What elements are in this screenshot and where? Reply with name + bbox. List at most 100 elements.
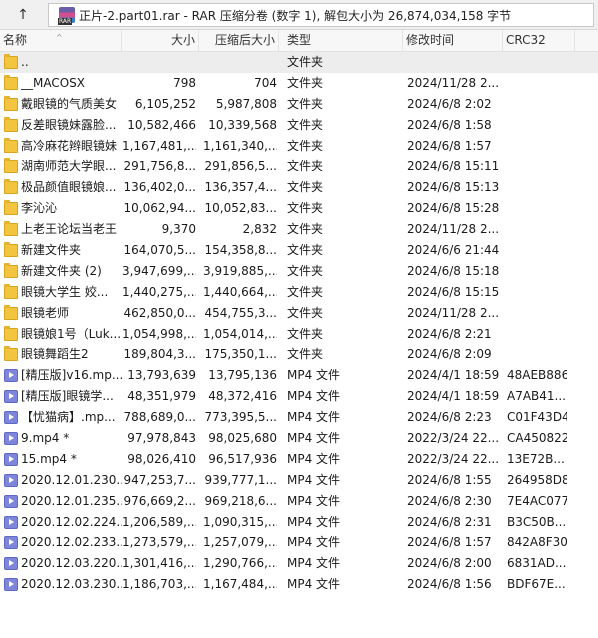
name-cell: 湖南师范大学眼... xyxy=(4,156,122,177)
folder-icon xyxy=(4,325,18,341)
folder-row[interactable]: 极品颜值眼镜娘... 136,402,0... 136,357,4... 文件夹 202… xyxy=(0,177,598,198)
video-file-icon xyxy=(4,536,18,550)
folder-row[interactable]: 上老王论坛当老王 9,370 2,832 文件夹 2024/11/28 2... xyxy=(0,219,598,240)
folder-row[interactable]: .. 文件夹 xyxy=(0,52,598,73)
folder-icon xyxy=(4,95,18,111)
name-cell: 李沁沁 xyxy=(4,198,122,219)
name-cell: 上老王论坛当老王 xyxy=(4,219,122,240)
packed-size-cell: 454,755,3... xyxy=(204,305,277,320)
name-cell: 2020.12.03.220... xyxy=(4,553,122,574)
video-file-icon xyxy=(4,578,18,592)
up-folder-button[interactable]: ↑ xyxy=(8,4,38,26)
folder-row[interactable]: 眼镜老师 462,850,0... 454,755,3... 文件夹 2024/11/2… xyxy=(0,303,598,324)
type-cell: 文件夹 xyxy=(287,75,324,90)
name-cell: 2020.12.03.230... xyxy=(4,574,122,595)
file-name: 眼镜娘1号（Luk... xyxy=(21,326,122,341)
size-cell: 1,440,275,... xyxy=(122,284,196,299)
type-cell: 文件夹 xyxy=(287,201,324,216)
file-row[interactable]: 2020.12.03.230... 1,186,703,... 1,167,484,… xyxy=(0,574,598,595)
video-file-icon xyxy=(4,557,18,571)
folder-row[interactable]: 新建文件夹 164,070,5... 154,358,8... 文件夹 2024/6/6… xyxy=(0,240,598,261)
name-cell: 2020.12.01.235... xyxy=(4,491,122,512)
size-cell: 97,978,843 xyxy=(127,431,196,446)
folder-icon xyxy=(4,283,18,299)
file-name: 2020.12.02.224... xyxy=(21,514,122,529)
size-cell: 3,947,699,... xyxy=(122,263,196,278)
column-header-crc32[interactable]: CRC32 xyxy=(503,30,575,51)
file-row[interactable]: 15.mp4 * 98,026,410 96,517,936 MP4 文件 2022/3… xyxy=(0,449,598,470)
crc32-cell xyxy=(507,52,567,73)
name-cell: 极品颜值眼镜娘... xyxy=(4,177,122,198)
file-row[interactable]: 2020.12.03.220... 1,301,416,... 1,290,766,… xyxy=(0,553,598,574)
folder-row[interactable]: 反差眼镜妹露脸... 10,582,466 10,339,568 文件夹 2024/6/… xyxy=(0,115,598,136)
packed-size-cell: 5,987,808 xyxy=(215,96,277,111)
file-row[interactable]: 2020.12.01.230... 947,253,7... 939,777,1..… xyxy=(0,470,598,491)
column-header-size[interactable]: 大小 xyxy=(122,30,199,51)
file-name: 戴眼镜的气质美女 xyxy=(21,96,118,111)
column-header-packed-size[interactable]: 压缩后大小 xyxy=(199,30,279,51)
crc32-cell: C01F43D4 xyxy=(507,410,567,425)
size-cell: 6,105,252 xyxy=(134,96,196,111)
modified-cell: 2024/6/8 15:13 xyxy=(407,180,500,195)
packed-size-cell: 1,054,014,... xyxy=(203,326,277,341)
modified-cell: 2024/6/8 15:11 xyxy=(407,159,500,174)
crc32-cell: 842A8F30 xyxy=(507,535,567,550)
modified-cell: 2024/6/8 15:18 xyxy=(407,263,500,278)
name-cell: 高冷麻花辫眼镜妹 xyxy=(4,136,122,157)
size-cell: 1,054,998,... xyxy=(122,326,196,341)
type-cell: 文件夹 xyxy=(287,222,324,237)
file-row[interactable]: 9.mp4 * 97,978,843 98,025,680 MP4 文件 2022/3/… xyxy=(0,428,598,449)
type-cell: MP4 文件 xyxy=(287,451,341,466)
file-row[interactable]: [精压版]v16.mp... 13,793,639 13,795,136 MP4 文件… xyxy=(0,365,598,386)
file-row[interactable]: [精压版]眼镜学... 48,351,979 48,372,416 MP4 文件 202… xyxy=(0,386,598,407)
column-header-name[interactable]: 名称 ^ xyxy=(0,30,122,51)
folder-row[interactable]: 高冷麻花辫眼镜妹 1,167,481,... 1,161,340,... 文件夹 202… xyxy=(0,136,598,157)
size-cell: 462,850,0... xyxy=(123,305,196,320)
file-name: 2020.12.03.220... xyxy=(21,556,122,571)
file-name: __MACOSX xyxy=(21,75,86,90)
folder-icon xyxy=(4,304,18,320)
name-cell: 【忧猫病】.mp... xyxy=(4,407,122,428)
file-row[interactable]: 2020.12.01.235... 976,669,2... 969,218,6..… xyxy=(0,491,598,512)
folder-icon xyxy=(4,137,18,153)
folder-row[interactable]: __MACOSX 798 704 文件夹 2024/11/28 2... xyxy=(0,73,598,94)
modified-cell: 2024/6/8 15:15 xyxy=(407,284,500,299)
crc32-cell: 6831AD... xyxy=(507,556,567,571)
folder-row[interactable]: 李沁沁 10,062,94... 10,052,83... 文件夹 2024/6/8 1… xyxy=(0,198,598,219)
type-cell: MP4 文件 xyxy=(287,535,341,550)
address-bar[interactable]: 正片-2.part01.rar - RAR 压缩分卷 (数字 1), 解包大小为… xyxy=(48,3,594,27)
folder-row[interactable]: 眼镜舞蹈生2 189,804,3... 175,350,1... 文件夹 2024/6/… xyxy=(0,344,598,365)
folder-icon xyxy=(4,200,18,216)
type-cell: 文件夹 xyxy=(287,180,324,195)
folder-row[interactable]: 湖南师范大学眼... 291,756,8... 291,856,5... 文件夹 202… xyxy=(0,156,598,177)
folder-row[interactable]: 眼镜大学生 姣... 1,440,275,... 1,440,664,... 文件夹 2… xyxy=(0,282,598,303)
type-cell: MP4 文件 xyxy=(287,472,341,487)
folder-icon xyxy=(4,346,18,362)
crc32-cell xyxy=(507,303,567,324)
file-name: [精压版]眼镜学... xyxy=(21,389,114,404)
modified-cell: 2024/6/8 1:56 xyxy=(407,577,492,592)
file-row[interactable]: 【忧猫病】.mp... 788,689,0... 773,395,5... MP4 文… xyxy=(0,407,598,428)
file-row[interactable]: 2020.12.02.233... 1,273,579,... 1,257,079,… xyxy=(0,532,598,553)
file-name: 极品颜值眼镜娘... xyxy=(21,180,117,195)
crc32-cell: CA450822 xyxy=(507,431,567,446)
video-file-icon xyxy=(4,411,18,425)
column-header-type[interactable]: 类型 xyxy=(279,30,403,51)
video-file-icon xyxy=(4,515,18,529)
size-cell: 947,253,7... xyxy=(123,472,196,487)
folder-icon xyxy=(4,53,18,69)
file-row[interactable]: 2020.12.02.224... 1,206,589,... 1,090,315,… xyxy=(0,512,598,533)
modified-cell: 2024/6/8 2:02 xyxy=(407,96,492,111)
packed-size-cell: 136,357,4... xyxy=(204,180,277,195)
name-cell: [精压版]眼镜学... xyxy=(4,386,122,407)
packed-size-cell: 98,025,680 xyxy=(208,431,277,446)
folder-row[interactable]: 新建文件夹 (2) 3,947,699,... 3,919,885,... 文件夹 20… xyxy=(0,261,598,282)
name-cell: __MACOSX xyxy=(4,73,122,94)
folder-row[interactable]: 戴眼镜的气质美女 6,105,252 5,987,808 文件夹 2024/6/8 2:… xyxy=(0,94,598,115)
folder-row[interactable]: 眼镜娘1号（Luk... 1,054,998,... 1,054,014,... 文件… xyxy=(0,324,598,345)
column-header-modified[interactable]: 修改时间 xyxy=(403,30,503,51)
size-cell: 976,669,2... xyxy=(123,493,196,508)
type-cell: 文件夹 xyxy=(287,159,324,174)
modified-cell: 2024/6/8 1:58 xyxy=(407,117,492,132)
size-cell: 164,070,5... xyxy=(123,243,196,258)
